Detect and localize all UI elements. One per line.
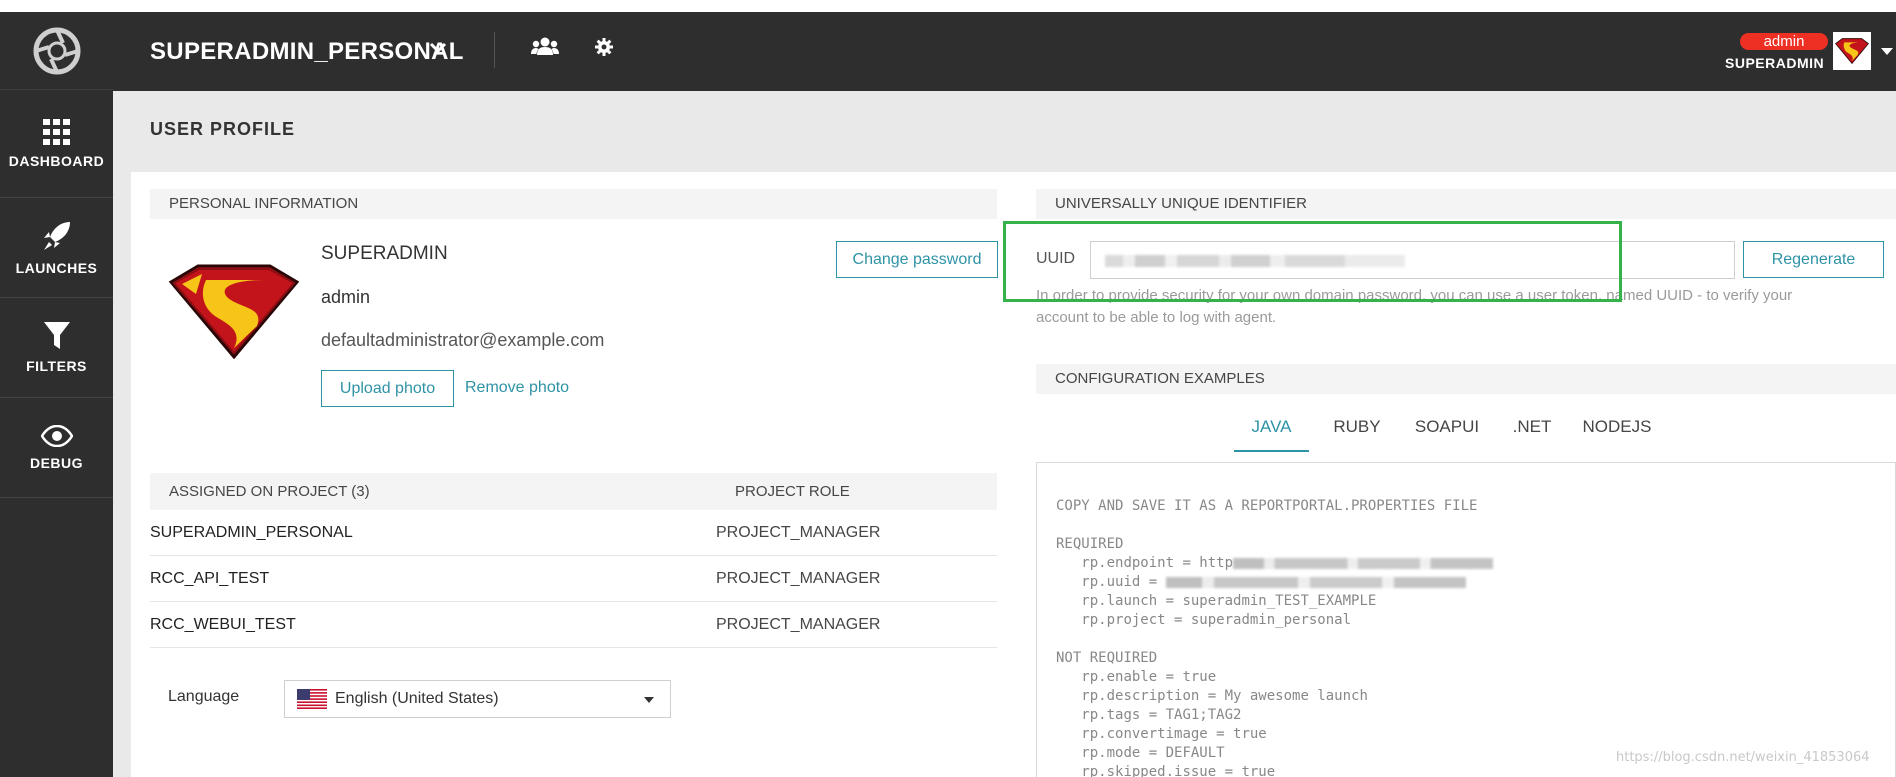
superman-logo-icon (1835, 38, 1869, 64)
app-logo[interactable] (0, 12, 113, 90)
redacted-text (1165, 576, 1466, 588)
left-gutter (113, 172, 131, 777)
language-select[interactable]: English (United States) (284, 680, 671, 718)
column-header-role: PROJECT ROLE (735, 483, 850, 500)
sidebar-item-dashboard[interactable]: DASHBOARD (0, 90, 113, 198)
profile-photo (168, 264, 300, 360)
profile-full-name: SUPERADMIN (321, 243, 448, 264)
tab-nodejs[interactable]: NODEJS (1577, 412, 1657, 452)
project-role: PROJECT_MANAGER (716, 570, 881, 587)
tab-soapui[interactable]: SOAPUI (1407, 412, 1487, 452)
code-not-required-heading: NOT REQUIRED (1056, 650, 1158, 666)
config-code-block[interactable]: COPY AND SAVE IT AS A REPORTPORTAL.PROPE… (1036, 462, 1896, 777)
tab-java[interactable]: JAVA (1234, 412, 1309, 452)
code-uuid-line: rp.uuid = (1081, 574, 1166, 590)
watermark: https://blog.csdn.net/weixin_41853064 (1616, 750, 1870, 765)
sidebar: DASHBOARD LAUNCHES FILTERS DEBUG (0, 12, 113, 777)
page-header: USER PROFILE (113, 91, 1896, 172)
avatar[interactable] (1833, 32, 1871, 70)
code-endpoint-line: rp.endpoint = http (1081, 555, 1234, 571)
code-required-heading: REQUIRED (1056, 536, 1124, 552)
remove-photo-link[interactable]: Remove photo (465, 379, 569, 397)
projects-table-header: ASSIGNED ON PROJECT (3) PROJECT ROLE (150, 473, 997, 510)
chevron-down-icon[interactable] (429, 42, 447, 54)
section-title: CONFIGURATION EXAMPLES (1055, 370, 1265, 387)
table-row: RCC_API_TEST PROJECT_MANAGER (150, 556, 997, 602)
profile-login: admin (321, 287, 371, 307)
project-role: PROJECT_MANAGER (716, 616, 881, 633)
code-heading: COPY AND SAVE IT AS A REPORTPORTAL.PROPE… (1056, 498, 1478, 514)
caret-down-icon[interactable] (1881, 48, 1893, 56)
members-icon[interactable] (531, 37, 559, 57)
annotation-highlight-box (1003, 221, 1622, 302)
code-convertimage-line: rp.convertimage = true (1081, 726, 1267, 742)
table-row: RCC_WEBUI_TEST PROJECT_MANAGER (150, 602, 997, 648)
gear-icon[interactable] (595, 38, 613, 56)
column-header-project: ASSIGNED ON PROJECT (3) (169, 483, 370, 500)
grid-icon (42, 118, 70, 145)
uuid-help-text-line2: account to be able to log with agent. (1036, 309, 1277, 326)
code-launch-line: rp.launch = superadmin_TEST_EXAMPLE (1081, 593, 1377, 609)
code-project-line: rp.project = superadmin_personal (1081, 612, 1352, 628)
superman-logo-icon (168, 264, 300, 360)
sidebar-item-debug[interactable]: DEBUG (0, 398, 113, 498)
profile-email: defaultadministrator@example.com (321, 330, 605, 350)
sidebar-item-label: DEBUG (29, 454, 84, 471)
sidebar-item-label: LAUNCHES (15, 259, 98, 276)
aperture-logo-icon (33, 27, 80, 74)
uuid-section-header: UNIVERSALLY UNIQUE IDENTIFIER (1036, 189, 1896, 219)
language-label: Language (168, 688, 240, 705)
page-title: USER PROFILE (150, 119, 296, 139)
language-selected-value: English (United States) (335, 690, 499, 707)
sidebar-item-launches[interactable]: LAUNCHES (0, 198, 113, 298)
project-name: SUPERADMIN_PERSONAL (150, 524, 353, 541)
tab-dotnet[interactable]: .NET (1507, 412, 1557, 452)
section-title: UNIVERSALLY UNIQUE IDENTIFIER (1055, 195, 1307, 212)
tab-ruby[interactable]: RUBY (1327, 412, 1387, 452)
rocket-icon (43, 221, 70, 250)
table-row: SUPERADMIN_PERSONAL PROJECT_MANAGER (150, 510, 997, 556)
user-name[interactable]: SUPERADMIN (1725, 55, 1824, 71)
upload-photo-button[interactable]: Upload photo (321, 370, 454, 407)
eye-icon (40, 424, 73, 447)
sidebar-item-filters[interactable]: FILTERS (0, 298, 113, 398)
code-skipped-line: rp.skipped.issue = true (1081, 764, 1276, 777)
redacted-text (1233, 557, 1494, 569)
section-title: PERSONAL INFORMATION (169, 195, 359, 212)
caret-down-icon (644, 697, 654, 703)
code-mode-line: rp.mode = DEFAULT (1081, 745, 1225, 761)
code-tags-line: rp.tags = TAG1;TAG2 (1081, 707, 1242, 723)
top-bar: SUPERADMIN_PERSONAL admin SUPERADMIN (113, 12, 1896, 91)
project-selector-label[interactable]: SUPERADMIN_PERSONAL (150, 38, 464, 66)
code-enable-line: rp.enable = true (1081, 669, 1217, 685)
user-role-badge: admin (1740, 33, 1828, 50)
sidebar-item-label: DASHBOARD (8, 152, 105, 169)
project-role: PROJECT_MANAGER (716, 524, 881, 541)
project-name: RCC_API_TEST (150, 570, 270, 587)
personal-info-header: PERSONAL INFORMATION (150, 189, 997, 219)
us-flag-icon (297, 689, 327, 709)
topbar-divider (494, 32, 495, 68)
code-description-line: rp.description = My awesome launch (1081, 688, 1368, 704)
sidebar-item-label: FILTERS (26, 357, 87, 374)
change-password-button[interactable]: Change password (836, 241, 998, 278)
funnel-icon (43, 321, 70, 349)
project-name: RCC_WEBUI_TEST (150, 616, 296, 633)
config-section-header: CONFIGURATION EXAMPLES (1036, 364, 1896, 394)
regenerate-button[interactable]: Regenerate (1743, 241, 1884, 278)
